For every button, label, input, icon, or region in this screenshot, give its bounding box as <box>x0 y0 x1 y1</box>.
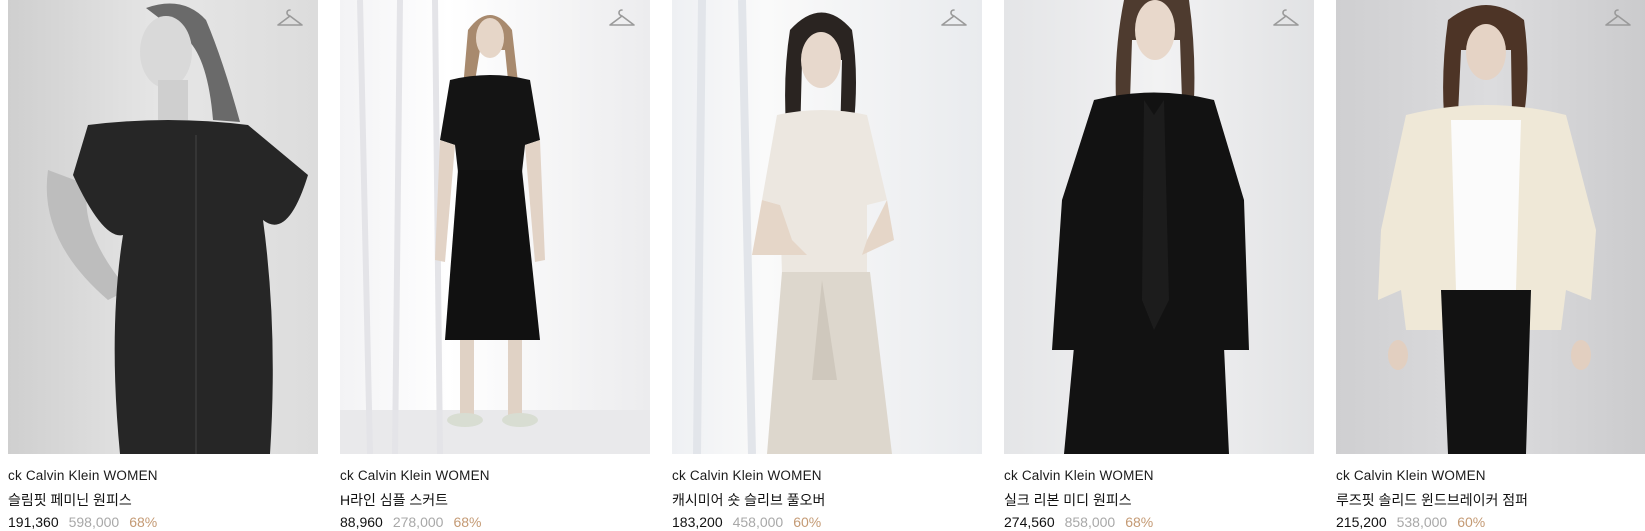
product-brand[interactable]: ck Calvin Klein WOMEN <box>1004 468 1154 483</box>
product-image[interactable] <box>1004 0 1314 454</box>
original-price: 458,000 <box>732 514 784 530</box>
hanger-icon[interactable] <box>940 8 968 30</box>
product-name[interactable]: 슬림핏 페미닌 원피스 <box>8 490 132 510</box>
product-card[interactable]: ck Calvin Klein WOMEN H라인 심플 스커트 88,960 2… <box>340 0 650 531</box>
original-price: 538,000 <box>1396 514 1448 530</box>
product-name[interactable]: 루즈핏 솔리드 윈드브레이커 점퍼 <box>1336 490 1528 510</box>
discount-rate: 68% <box>129 514 158 530</box>
product-image[interactable] <box>1336 0 1645 454</box>
hanger-icon[interactable] <box>608 8 636 30</box>
price-row: 191,360 598,000 68% <box>8 514 157 530</box>
price-row: 215,200 538,000 60% <box>1336 514 1485 530</box>
product-name[interactable]: H라인 심플 스커트 <box>340 490 448 510</box>
sale-price: 88,960 <box>340 514 383 530</box>
discount-rate: 68% <box>453 514 482 530</box>
sale-price: 215,200 <box>1336 514 1387 530</box>
hanger-icon[interactable] <box>276 8 304 30</box>
product-brand[interactable]: ck Calvin Klein WOMEN <box>1336 468 1486 483</box>
original-price: 278,000 <box>392 514 444 530</box>
discount-rate: 60% <box>1457 514 1486 530</box>
product-image[interactable] <box>340 0 650 454</box>
product-card[interactable]: ck Calvin Klein WOMEN 루즈핏 솔리드 윈드브레이커 점퍼 … <box>1336 0 1645 531</box>
price-row: 88,960 278,000 68% <box>340 514 481 530</box>
hanger-icon[interactable] <box>1272 8 1300 30</box>
original-price: 858,000 <box>1064 514 1116 530</box>
sale-price: 274,560 <box>1004 514 1055 530</box>
product-image[interactable] <box>8 0 318 454</box>
hanger-icon[interactable] <box>1604 8 1632 30</box>
product-grid: ck Calvin Klein WOMEN 슬림핏 페미닌 원피스 191,36… <box>0 0 1645 531</box>
product-brand[interactable]: ck Calvin Klein WOMEN <box>672 468 822 483</box>
discount-rate: 68% <box>1125 514 1154 530</box>
original-price: 598,000 <box>68 514 120 530</box>
product-name[interactable]: 실크 리본 미디 원피스 <box>1004 490 1132 510</box>
product-card[interactable]: ck Calvin Klein WOMEN 슬림핏 페미닌 원피스 191,36… <box>8 0 318 531</box>
sale-price: 191,360 <box>8 514 59 530</box>
product-name[interactable]: 캐시미어 숏 슬리브 풀오버 <box>672 490 825 510</box>
product-brand[interactable]: ck Calvin Klein WOMEN <box>8 468 158 483</box>
product-card[interactable]: ck Calvin Klein WOMEN 실크 리본 미디 원피스 274,5… <box>1004 0 1314 531</box>
product-image[interactable] <box>672 0 982 454</box>
price-row: 183,200 458,000 60% <box>672 514 821 530</box>
sale-price: 183,200 <box>672 514 723 530</box>
product-brand[interactable]: ck Calvin Klein WOMEN <box>340 468 490 483</box>
discount-rate: 60% <box>793 514 822 530</box>
price-row: 274,560 858,000 68% <box>1004 514 1153 530</box>
product-card[interactable]: ck Calvin Klein WOMEN 캐시미어 숏 슬리브 풀오버 183… <box>672 0 982 531</box>
